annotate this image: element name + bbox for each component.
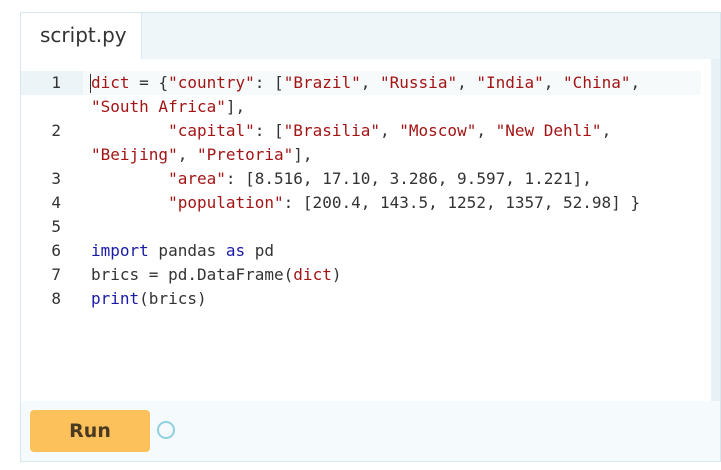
loading-circle-icon bbox=[157, 421, 175, 439]
code-token: "Russia" bbox=[380, 73, 458, 92]
code-token: "New Dehli" bbox=[495, 121, 602, 140]
editor-scrollbar[interactable] bbox=[711, 59, 720, 401]
code-token: , bbox=[476, 121, 496, 140]
code-token: "country" bbox=[168, 73, 255, 92]
code-line: "Beijing", "Pretoria"], bbox=[91, 143, 313, 167]
code-token: as bbox=[225, 241, 246, 260]
line-number: 5 bbox=[51, 217, 61, 236]
code-token: , bbox=[457, 73, 477, 92]
code-token: "India" bbox=[476, 73, 544, 92]
code-token: pd bbox=[245, 241, 275, 260]
editor-footer: Run bbox=[21, 401, 720, 461]
code-token: import bbox=[91, 241, 149, 260]
line-number: 8 bbox=[51, 289, 61, 308]
code-token: ], bbox=[225, 97, 246, 116]
code-token: dict bbox=[91, 73, 130, 92]
code-token: print bbox=[91, 289, 140, 308]
code-line: import pandas as pd bbox=[91, 239, 274, 263]
run-button[interactable]: Run bbox=[30, 410, 150, 452]
line-number: 4 bbox=[51, 193, 61, 212]
code-token: "capital" bbox=[168, 121, 255, 140]
code-line: "population": [200.4, 143.5, 1252, 1357,… bbox=[91, 191, 640, 215]
text-cursor bbox=[90, 74, 91, 93]
tab-script-py[interactable]: script.py bbox=[21, 13, 142, 59]
code-line: "capital": ["Brasilia", "Moscow", "New D… bbox=[91, 119, 611, 143]
code-token: pandas bbox=[148, 241, 226, 260]
code-token: brics = pd.DataFrame( bbox=[91, 265, 294, 284]
code-line: print(brics) bbox=[91, 287, 207, 311]
code-line: brics = pd.DataFrame(dict) bbox=[91, 263, 341, 287]
line-number: 3 bbox=[51, 169, 61, 188]
code-token: = bbox=[129, 73, 159, 92]
code-line: dict = {"country": ["Brazil", "Russia", … bbox=[91, 71, 640, 95]
code-token: : [200.4, 143.5, 1252, 1357, 52.98] } bbox=[283, 193, 641, 212]
line-number: 2 bbox=[51, 121, 61, 140]
code-token: , bbox=[380, 121, 400, 140]
code-token: : [ bbox=[254, 73, 284, 92]
code-token: "Brazil" bbox=[283, 73, 361, 92]
line-number: 1 bbox=[51, 73, 61, 92]
code-token: (brics) bbox=[139, 289, 207, 308]
code-token: ) bbox=[331, 265, 342, 284]
code-token: , bbox=[601, 121, 612, 140]
code-token: : [8.516, 17.10, 3.286, 9.597, 1.221], bbox=[225, 169, 592, 188]
line-number: 7 bbox=[51, 265, 61, 284]
code-token: dict bbox=[293, 265, 332, 284]
code-token: "China" bbox=[563, 73, 631, 92]
code-token: "population" bbox=[168, 193, 284, 212]
code-token: "Brasilia" bbox=[283, 121, 380, 140]
code-token: : [ bbox=[254, 121, 284, 140]
code-token: "Moscow" bbox=[399, 121, 477, 140]
code-token: "area" bbox=[168, 169, 226, 188]
code-line: "area": [8.516, 17.10, 3.286, 9.597, 1.2… bbox=[91, 167, 592, 191]
code-token: { bbox=[158, 73, 169, 92]
line-number: 6 bbox=[51, 241, 61, 260]
code-line: "South Africa"], bbox=[91, 95, 245, 119]
code-token: , bbox=[360, 73, 381, 92]
code-token: , bbox=[630, 73, 641, 92]
code-token: , bbox=[177, 145, 197, 164]
code-token: "South Africa" bbox=[91, 97, 226, 116]
tab-label: script.py bbox=[40, 23, 127, 47]
code-token: ], bbox=[293, 145, 313, 164]
code-token: , bbox=[543, 73, 564, 92]
code-editor[interactable]: 12345678 dict = {"country": ["Brazil", "… bbox=[21, 59, 711, 401]
code-token: "Pretoria" bbox=[196, 145, 294, 164]
code-exercise-panel: script.py 12345678 dict = {"country": ["… bbox=[20, 12, 721, 462]
code-token: "Beijing" bbox=[91, 145, 178, 164]
